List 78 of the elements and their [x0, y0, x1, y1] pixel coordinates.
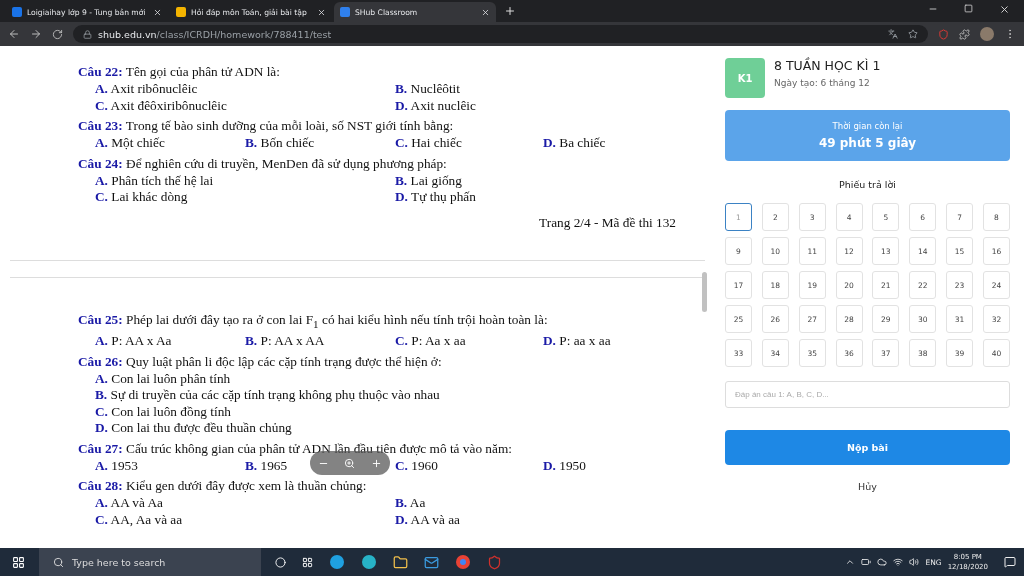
avatar-icon[interactable]: [980, 27, 994, 41]
start-icon[interactable]: [12, 555, 25, 569]
reload-icon[interactable]: [52, 28, 63, 40]
answer-option: A. Axit ribônuclêic: [95, 81, 198, 98]
answer-option: A. Phân tích thế hệ lai: [95, 172, 214, 189]
translate-icon[interactable]: [888, 29, 898, 39]
antivirus-icon[interactable]: [487, 554, 502, 570]
favicon-icon: [12, 7, 22, 17]
answer-option: C. 1960: [395, 457, 438, 475]
answer-option: A. P: AA x Aa: [95, 333, 172, 350]
tray-icon[interactable]: [845, 557, 856, 567]
folder-icon[interactable]: [393, 554, 408, 570]
answer-option: D. Con lai thu được đều thuần chủng: [95, 420, 292, 437]
answer-field[interactable]: Đáp án câu 1: A, B, C, D...: [725, 381, 1010, 408]
forward-icon[interactable]: [30, 28, 42, 40]
mail-icon[interactable]: [424, 554, 439, 570]
submit-button[interactable]: Nộp bài: [725, 430, 1010, 465]
answer-option: C. AA, Aa và aa: [95, 511, 183, 529]
question-text: Câu 28: Kiểu gen dưới đây được xem là thuần chủng:: [78, 477, 367, 496]
answer-option: D. Ba chiếc: [543, 135, 606, 152]
cancel-link[interactable]: Hủy: [858, 481, 877, 492]
lock-icon: [83, 29, 92, 39]
answer-option: B. 1965: [245, 457, 288, 475]
star-icon[interactable]: [908, 29, 918, 39]
favicon-icon: [340, 7, 350, 17]
new-tab-icon[interactable]: [504, 5, 516, 17]
answer-option: B. P: AA x AA: [245, 333, 325, 350]
answer-option: A. 1953: [95, 457, 138, 475]
zoom-icon[interactable]: [344, 457, 356, 469]
close-icon[interactable]: [481, 7, 490, 17]
favicon-icon: [176, 7, 186, 17]
question-text: Câu 22: Tên gọi của phân tử ADN là:: [78, 63, 280, 81]
question-text: Câu 24: Để nghiên cứu di truyền, MenDen đã sử dụng phương pháp:: [78, 154, 447, 173]
zoom-in-icon[interactable]: [371, 457, 383, 469]
back-icon[interactable]: [8, 28, 20, 40]
answer-option: D. P: aa x aa: [543, 333, 611, 350]
search-icon: [53, 556, 64, 568]
timer-panel: Thời gian còn lại 49 phút 5 giây: [725, 110, 1010, 161]
close-icon[interactable]: [999, 3, 1010, 15]
puzzle-icon[interactable]: [959, 28, 970, 40]
answer-option: D. Tự thụ phấn: [395, 189, 476, 206]
question-text: Câu 26: Quy luật phân li độc lập các cặp tính trạng được thể hiện ở:: [78, 352, 442, 371]
url-text: shub.edu.vn/class/ICRDH/homework/788411/test: [98, 28, 332, 40]
answer-sheet-title: Phiếu trả lời: [839, 179, 896, 190]
notification-icon[interactable]: [1004, 556, 1016, 568]
class-badge: K1: [725, 58, 765, 98]
address-bar[interactable]: shub.edu.vn/class/ICRDH/homework/788411/test: [73, 25, 928, 43]
answer-option: C. Con lai luôn đồng tính: [95, 403, 231, 421]
answer-option: C. P: Aa x aa: [395, 333, 466, 350]
question-text: Câu 27: Cấu trúc không gian của phân tử ADN lần đầu tiên được mô tả vào năm:: [78, 439, 512, 458]
answer-option: A. AA và Aa: [95, 495, 163, 512]
answer-option: B. Aa: [395, 495, 426, 512]
answer-option: A. Con lai luôn phân tính: [95, 370, 231, 388]
question-text: Câu 25: Phép lai dưới đây tạo ra ở con lai F$_{1}$ có hai kiểu hình nếu tính trội hoàn toàn là:: [78, 310, 548, 332]
answer-option: D. AA và aa: [395, 511, 460, 529]
answer-option: D. Axit nuclêic: [395, 97, 476, 114]
answer-option: C. Axit đêôxiribônuclêic: [95, 97, 227, 114]
taskbar-search[interactable]: Type here to search: [39, 548, 261, 576]
scrollbar-thumb[interactable]: [702, 272, 707, 312]
answer-option: C. Hai chiếc: [395, 135, 462, 152]
close-icon[interactable]: [317, 7, 326, 17]
answer-option: C. Lai khác dòng: [95, 189, 188, 206]
question-text: Câu 23: Trong tế bào sinh dưỡng của mỗi loài, số NST giới tính bằng:: [78, 117, 454, 135]
answer-option: B. Nuclêôtit: [395, 81, 460, 98]
answer-option: B. Sự di truyền của các cặp tính trạng không phụ thuộc vào nhau: [95, 387, 440, 404]
cloud-icon: [877, 557, 888, 567]
answer-option: B. Bốn chiếc: [245, 135, 315, 152]
wifi-icon: [893, 557, 904, 567]
maximize-icon[interactable]: [964, 3, 973, 13]
close-icon[interactable]: [153, 7, 162, 17]
answer-option: B. Lai giống: [395, 172, 462, 189]
task-view-icon[interactable]: [302, 556, 313, 568]
answer-option: D. 1950: [543, 457, 586, 475]
answer-option: A. Một chiếc: [95, 135, 165, 152]
assignment-title: 8 TUẦN HỌC KÌ 1: [774, 58, 881, 73]
page-footer: Trang 2/4 - Mã đề thi 132: [539, 214, 676, 230]
volume-icon: [909, 557, 920, 567]
created-date: Ngày tạo: 6 tháng 12: [774, 78, 871, 88]
